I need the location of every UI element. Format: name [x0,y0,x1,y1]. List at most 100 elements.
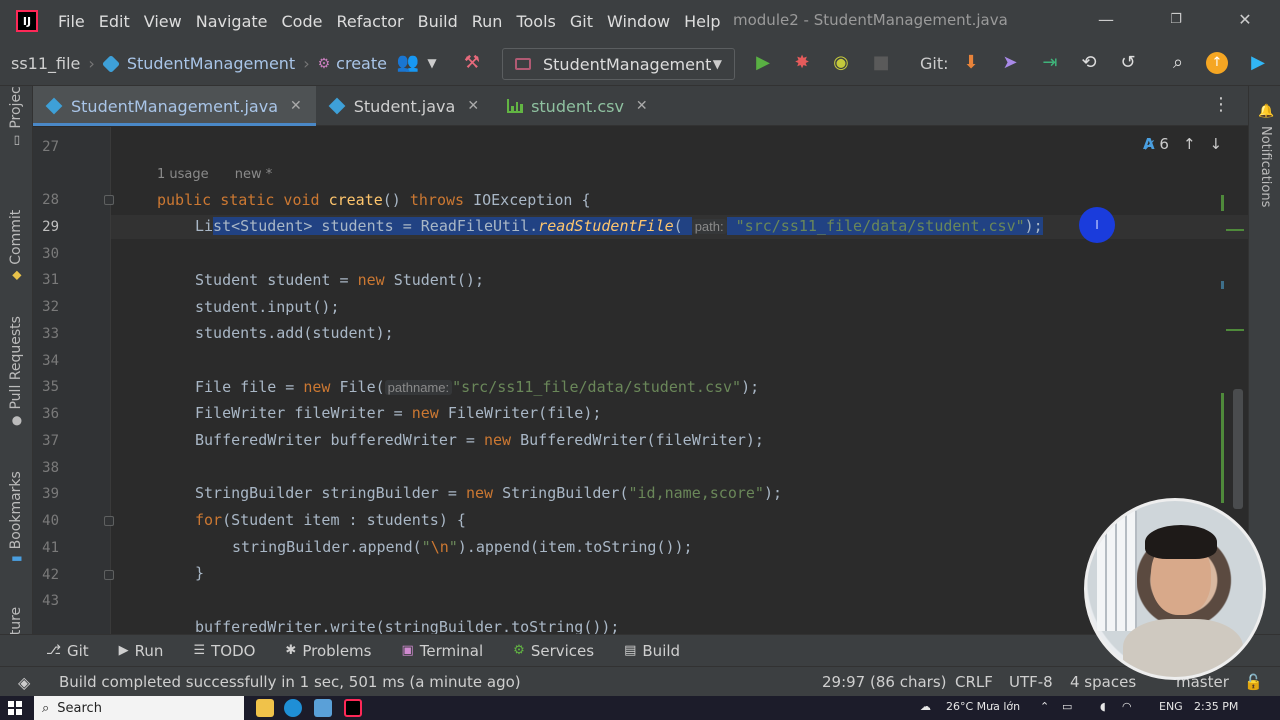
run-icon[interactable]: ▶ [751,52,775,73]
tool-tab-terminal[interactable]: ▣ Terminal [401,642,483,660]
change-marker [1226,329,1244,331]
menu-refactor[interactable]: Refactor [336,12,403,31]
file-encoding[interactable]: UTF-8 [1009,673,1053,691]
weather-icon[interactable]: ☁ [920,700,931,713]
app-icon[interactable] [314,699,332,717]
tab-student[interactable]: Student.java ✕ [316,86,493,126]
fold-marker-icon[interactable] [104,570,114,580]
chevron-down-icon[interactable]: ▼ [420,56,444,70]
tool-tab-run[interactable]: ▶ Run [119,642,164,660]
caret-position[interactable]: 29:97 (86 chars) [822,673,946,691]
inspection-summary[interactable]: A̷ 6 [1143,135,1169,153]
vertical-scrollbar[interactable] [1233,389,1243,509]
left-tool-strip: ▭ Project ◆ Commit ● Pull Requests ▮ Boo… [0,86,33,634]
close-icon[interactable]: ✕ [636,98,648,114]
tool-tab-problems[interactable]: ✱ Problems [285,642,371,660]
bell-icon[interactable]: 🔔 [1258,104,1274,119]
network-icon[interactable]: ▭ [1062,700,1072,713]
menu-run[interactable]: Run [472,12,503,31]
volume-icon[interactable]: ◖ [1100,700,1106,713]
parameter-hint: pathname: [384,380,453,395]
stop-icon[interactable]: ■ [869,52,893,73]
file-explorer-icon[interactable] [256,699,274,717]
tab-label: StudentManagement.java [71,96,278,116]
wifi-icon[interactable]: ◠ [1122,700,1132,713]
usage-count[interactable]: 1 usage [157,167,209,182]
close-icon[interactable]: ✕ [290,98,302,114]
tool-tab-structure[interactable]: Structure [8,607,24,634]
tool-tab-commit[interactable]: ◆ Commit [8,210,24,280]
usage-hint[interactable]: 1 usage new * [157,167,272,182]
push-icon[interactable]: ⇥ [1038,52,1062,73]
next-highlight-icon[interactable]: ↓ [1210,135,1223,153]
debug-icon[interactable]: ✸ [790,52,814,73]
lock-icon[interactable]: 🔓 [1244,673,1263,691]
fold-marker-icon[interactable] [104,195,114,205]
code-token: IOException { [473,191,591,209]
menu-build[interactable]: Build [418,12,458,31]
tool-tab-project[interactable]: ▭ Project [8,86,24,146]
windows-start-icon[interactable] [8,701,22,715]
tool-tab-notifications[interactable]: Notifications [1258,126,1273,207]
run-configuration-select[interactable]: StudentManagement ▼ [502,48,735,80]
menu-file[interactable]: File [58,12,85,31]
menu-edit[interactable]: Edit [99,12,130,31]
terminal-icon: ▣ [401,643,414,658]
tab-student-csv[interactable]: student.csv ✕ [493,86,662,126]
menu-navigate[interactable]: Navigate [196,12,268,31]
fold-marker-icon[interactable] [104,516,114,526]
breadcrumb-separator: › [88,54,95,73]
coverage-icon[interactable]: ◉ [829,52,853,73]
intellij-taskbar-icon[interactable] [344,699,362,717]
edge-icon[interactable] [284,699,302,717]
update-project-icon[interactable]: ⬇ [959,52,983,73]
tool-tab-git[interactable]: ⎇ Git [46,642,89,660]
tool-tab-pull-requests[interactable]: ● Pull Requests [8,316,24,426]
breadcrumb-method[interactable]: create [336,54,387,73]
menu-help[interactable]: Help [684,12,720,31]
close-icon[interactable]: ✕ [467,98,479,114]
inspection-widget[interactable]: A̷ 6 ↑ ↓ [1143,135,1222,153]
tool-tab-todo[interactable]: ☰ TODO [193,642,255,660]
change-marker [1221,281,1224,289]
tool-tab-label: Terminal [419,641,484,660]
code-token: StringBuilder stringBuilder = [195,484,466,502]
tool-tab-services[interactable]: ⚙ Services [513,642,594,660]
taskbar-search[interactable]: ⌕ Search [34,696,244,720]
hammer-icon[interactable]: ⚒ [460,52,484,73]
menu-view[interactable]: View [144,12,182,31]
tray-chevron-icon[interactable]: ⌃ [1040,700,1049,713]
history-icon[interactable]: ⟲ [1077,52,1101,73]
breadcrumb-separator: › [303,54,310,73]
code-token: new [303,378,340,396]
more-options-icon[interactable]: ⋮ [1212,94,1230,115]
window-title: module2 - StudentManagement.java [733,11,1008,29]
menu-tools[interactable]: Tools [516,12,555,31]
menu-window[interactable]: Window [607,12,670,31]
clock[interactable]: 2:35 PM [1194,700,1238,713]
tab-student-management[interactable]: StudentManagement.java ✕ [33,86,316,126]
language-indicator[interactable]: ENG [1159,700,1183,713]
breadcrumb-class[interactable]: StudentManagement [127,54,295,73]
restore-button[interactable]: ❐ [1166,12,1186,27]
menu-code[interactable]: Code [282,12,323,31]
commit-icon[interactable]: ➤ [998,52,1022,73]
search-icon[interactable]: ⌕ [1166,52,1190,73]
tool-tab-bookmarks[interactable]: ▮ Bookmarks [8,471,24,562]
minimize-button[interactable]: — [1096,10,1116,29]
previous-highlight-icon[interactable]: ↑ [1183,135,1196,153]
tool-tab-build[interactable]: ▤ Build [624,642,680,660]
line-number: 27 [42,139,59,155]
layers-icon[interactable]: ◈ [18,673,30,692]
ide-update-icon[interactable]: ↑ [1206,52,1228,74]
rollback-icon[interactable]: ↺ [1116,52,1140,73]
people-icon[interactable]: 👥 [396,52,420,73]
line-separator[interactable]: CRLF [955,673,993,691]
code-with-me-icon[interactable]: ▶ [1246,52,1270,73]
close-window-button[interactable]: ✕ [1235,10,1255,29]
weather-text[interactable]: 26°C Mưa lớn [946,700,1020,713]
code-editor[interactable]: 27 28 29 30 31 32 33 34 35 36 37 38 39 4… [33,127,1248,634]
status-message[interactable]: Build completed successfully in 1 sec, 5… [59,673,521,691]
menu-git[interactable]: Git [570,12,593,31]
breadcrumb-package[interactable]: ss11_file [11,54,80,73]
